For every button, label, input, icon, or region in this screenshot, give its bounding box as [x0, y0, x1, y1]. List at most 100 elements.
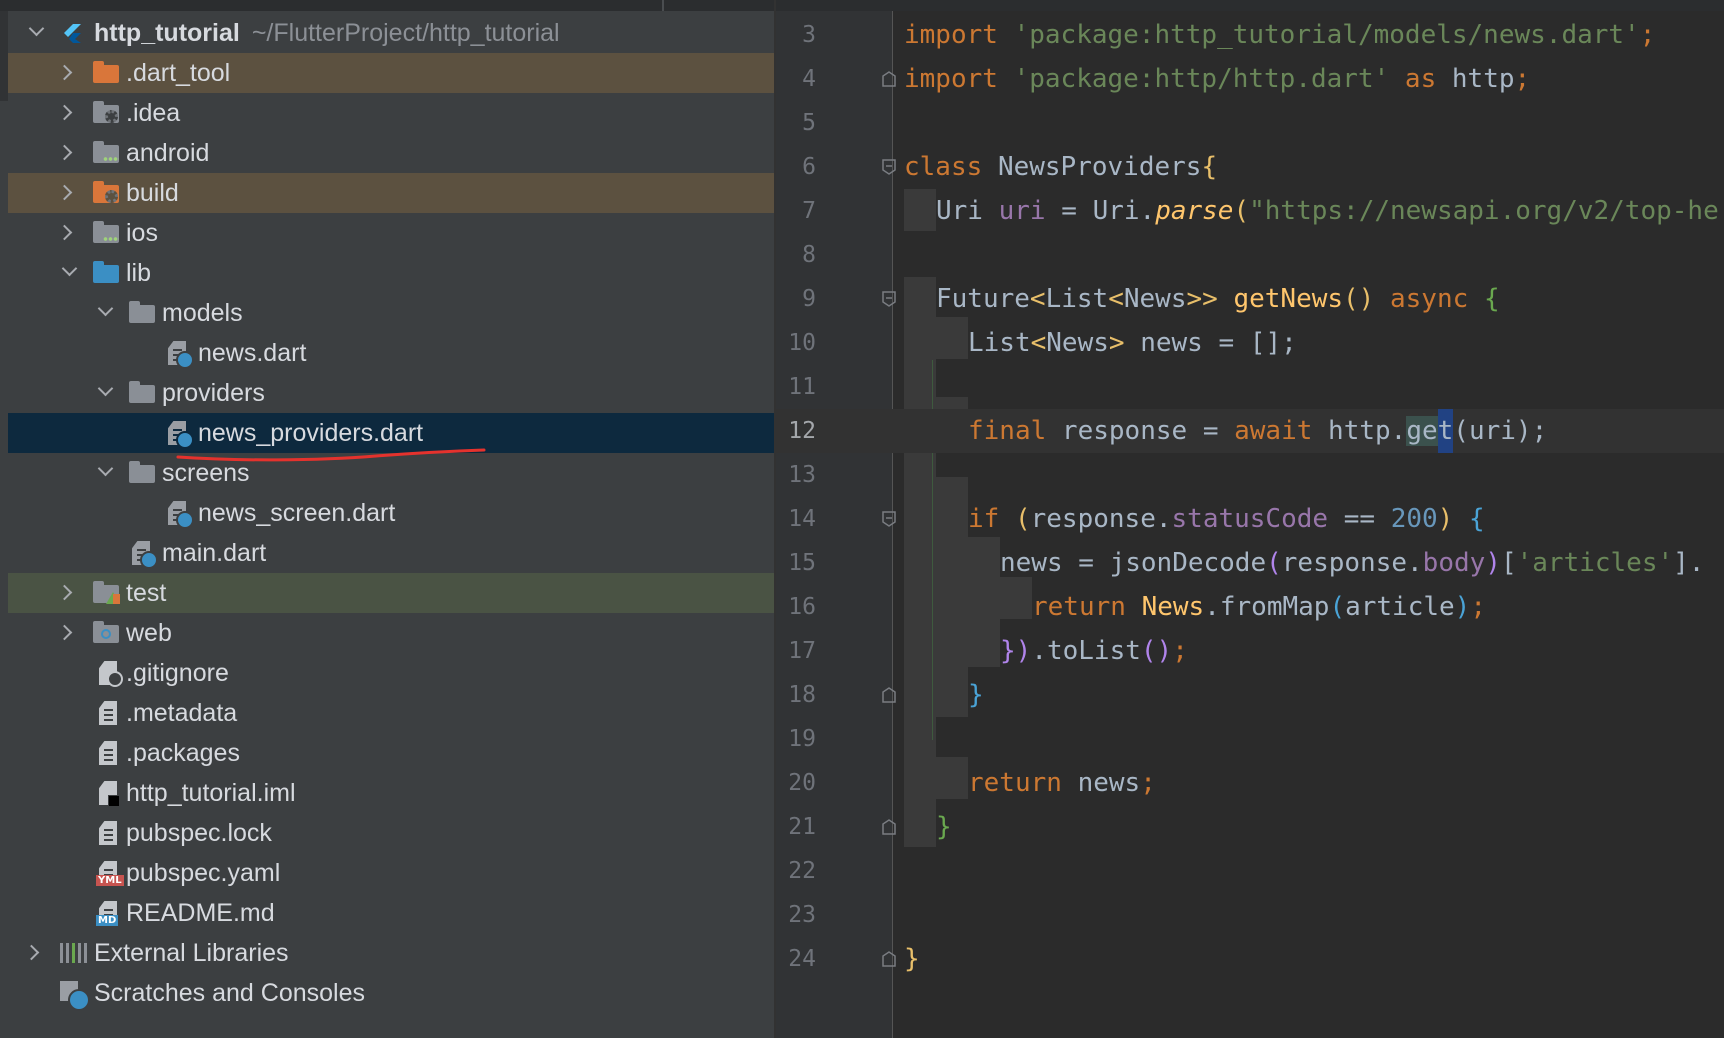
fold-end-icon[interactable] — [882, 71, 896, 87]
chevron-down-icon[interactable] — [60, 263, 78, 281]
code-line[interactable]: 13 — [776, 453, 1724, 497]
code-line[interactable]: 4 import 'package:http/http.dart' as htt… — [776, 57, 1724, 101]
code-line[interactable]: 7 Uri uri = Uri.parse("https://newsapi.o… — [776, 189, 1724, 233]
tree-item-label: news_providers.dart — [198, 419, 424, 447]
code-line[interactable]: 20 return news; — [776, 761, 1724, 805]
chevron-right-icon[interactable] — [25, 943, 43, 961]
tree-item-external-libraries[interactable]: External Libraries — [8, 933, 774, 973]
tree-item-label: README.md — [126, 899, 275, 927]
code-text: import 'package:http/http.dart' as http; — [904, 64, 1531, 94]
code-editor[interactable]: 3 import 'package:http_tutorial/models/n… — [776, 0, 1724, 1038]
fold-start-icon[interactable] — [882, 511, 896, 527]
tree-item-label: External Libraries — [94, 939, 289, 967]
tree-item-news-dart[interactable]: news.dart — [8, 333, 774, 373]
line-number: 21 — [788, 814, 816, 840]
fold-end-icon[interactable] — [882, 687, 896, 703]
tree-item-scratches[interactable]: Scratches and Consoles — [8, 973, 774, 1013]
chevron-right-icon[interactable] — [58, 63, 76, 81]
code-line[interactable]: 18 } — [776, 673, 1724, 717]
code-line[interactable]: 5 — [776, 101, 1724, 145]
panel-left-strip — [0, 11, 8, 101]
folder-icon — [93, 61, 119, 85]
fold-end-icon[interactable] — [882, 819, 896, 835]
tree-item-readme[interactable]: MD README.md — [8, 893, 774, 933]
chevron-down-icon[interactable] — [96, 383, 114, 401]
chevron-down-icon[interactable] — [96, 463, 114, 481]
chevron-right-icon[interactable] — [58, 103, 76, 121]
tree-item-test[interactable]: test — [8, 573, 774, 613]
line-number: 12 — [788, 418, 816, 444]
chevron-right-icon[interactable] — [58, 223, 76, 241]
code-line[interactable]: 15 news = jsonDecode(response.body)['art… — [776, 541, 1724, 585]
chevron-right-icon[interactable] — [58, 583, 76, 601]
tree-item-label: .packages — [126, 739, 240, 767]
code-text: } — [904, 944, 920, 974]
chevron-right-icon[interactable] — [58, 143, 76, 161]
line-number: 15 — [788, 550, 816, 576]
code-line[interactable]: 23 — [776, 893, 1724, 937]
tree-item-packages[interactable]: .packages — [8, 733, 774, 773]
code-line[interactable]: 19 — [776, 717, 1724, 761]
tree-item-idea[interactable]: .idea — [8, 93, 774, 133]
tree-item-web[interactable]: web — [8, 613, 774, 653]
code-line[interactable]: 24 } — [776, 937, 1724, 981]
tree-item-ios[interactable]: ios — [8, 213, 774, 253]
fold-start-icon[interactable] — [882, 291, 896, 307]
tree-item-iml[interactable]: http_tutorial.iml — [8, 773, 774, 813]
code-line-current[interactable]: 12 final response = await http.get(uri); — [776, 409, 1724, 453]
code-line[interactable]: 10 List<News> news = []; — [776, 321, 1724, 365]
tree-item-pubspec-lock[interactable]: pubspec.lock — [8, 813, 774, 853]
tree-item-models[interactable]: models — [8, 293, 774, 333]
tree-item-lib[interactable]: lib — [8, 253, 774, 293]
line-number: 8 — [802, 242, 816, 268]
line-number: 4 — [802, 66, 816, 92]
tree-item-dart-tool[interactable]: .dart_tool — [8, 53, 774, 93]
code-text: Uri uri = Uri.parse("https://newsapi.org… — [936, 196, 1719, 226]
line-number: 17 — [788, 638, 816, 664]
code-line[interactable]: 6 class NewsProviders{ — [776, 145, 1724, 189]
line-number: 3 — [802, 22, 816, 48]
fold-start-icon[interactable] — [882, 159, 896, 175]
code-text: } — [968, 680, 984, 710]
code-line[interactable]: 9 Future<List<News>> getNews() async { — [776, 277, 1724, 321]
red-underline-annotation — [176, 448, 486, 462]
code-text: return news; — [968, 768, 1156, 798]
tree-item-label: news_screen.dart — [198, 499, 396, 527]
tree-root-row[interactable]: http_tutorial ~/FlutterProject/http_tutor… — [8, 13, 774, 53]
code-text: }).toList(); — [1000, 636, 1188, 666]
text-file-icon — [96, 821, 122, 845]
tree-item-build[interactable]: build — [8, 173, 774, 213]
code-line[interactable]: 22 — [776, 849, 1724, 893]
tree-item-label: ios — [126, 219, 158, 247]
fold-end-icon[interactable] — [882, 951, 896, 967]
code-line[interactable]: 14 if (response.statusCode == 200) { — [776, 497, 1724, 541]
tree-item-metadata[interactable]: .metadata — [8, 693, 774, 733]
tree-item-gitignore[interactable]: .gitignore — [8, 653, 774, 693]
code-line[interactable]: 21 } — [776, 805, 1724, 849]
code-text: final response = await http.get(uri); — [968, 409, 1547, 453]
code-line[interactable]: 17 }).toList(); — [776, 629, 1724, 673]
chevron-down-icon[interactable] — [27, 23, 45, 41]
code-line[interactable]: 8 — [776, 233, 1724, 277]
code-text: class NewsProviders{ — [904, 152, 1218, 182]
folder-test-icon — [93, 581, 120, 605]
tree-item-main-dart[interactable]: main.dart — [8, 533, 774, 573]
tree-item-android[interactable]: android — [8, 133, 774, 173]
code-line[interactable]: 16 return News.fromMap(article); — [776, 585, 1724, 629]
chevron-right-icon[interactable] — [58, 623, 76, 641]
chevron-down-icon[interactable] — [96, 303, 114, 321]
tree-item-label: news.dart — [198, 339, 307, 367]
tree-item-news-screen-dart[interactable]: news_screen.dart — [8, 493, 774, 533]
code-line[interactable]: 3 import 'package:http_tutorial/models/n… — [776, 13, 1724, 57]
tree-item-label: web — [126, 619, 172, 647]
ignore-file-icon — [96, 661, 123, 687]
tree-item-pubspec-yaml[interactable]: YML pubspec.yaml — [8, 853, 774, 893]
code-line[interactable]: 11 — [776, 365, 1724, 409]
tree-item-providers[interactable]: providers — [8, 373, 774, 413]
panel-top-strip — [0, 0, 774, 11]
line-number: 18 — [788, 682, 816, 708]
tree-item-label: build — [126, 179, 179, 207]
tree-item-label: lib — [126, 259, 152, 287]
chevron-right-icon[interactable] — [58, 183, 76, 201]
code-text: List<News> news = []; — [968, 328, 1297, 358]
